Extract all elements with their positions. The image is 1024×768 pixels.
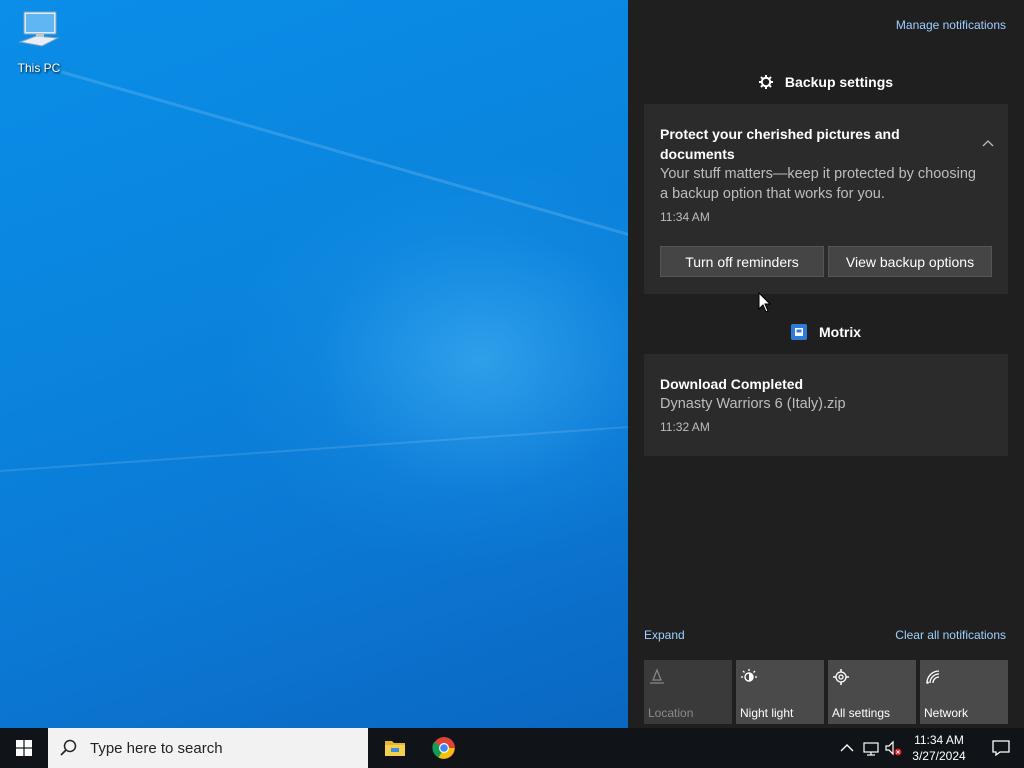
taskbar: 11:34 AM 3/27/2024 [0, 728, 1024, 768]
expand-link[interactable]: Expand [644, 628, 685, 642]
search-input[interactable] [90, 739, 340, 757]
group-app-name: Backup settings [784, 74, 894, 90]
quick-action-night-light[interactable]: Night light [736, 660, 824, 724]
network-icon [926, 670, 940, 684]
search-icon [60, 739, 77, 756]
quick-action-label: All settings [832, 706, 891, 720]
notification-group-header-backup[interactable]: Backup settings [628, 74, 1024, 90]
action-center-button[interactable] [978, 728, 1024, 768]
quick-action-network[interactable]: Network [920, 660, 1008, 724]
manage-notifications-link[interactable]: Manage notifications [896, 18, 1006, 32]
file-explorer-icon [385, 741, 405, 756]
group-app-name: Motrix [819, 324, 861, 340]
action-center-panel: Manage notifications Backup settings Pro… [628, 0, 1024, 728]
quick-action-location[interactable]: Location [644, 660, 732, 724]
chevron-up-icon[interactable] [982, 138, 994, 150]
taskbar-clock[interactable]: 11:34 AM 3/27/2024 [907, 732, 971, 764]
night-light-icon [741, 669, 757, 682]
clock-time: 11:34 AM [914, 733, 964, 747]
mouse-cursor [758, 292, 772, 313]
notification-time: 11:34 AM [660, 210, 710, 224]
turn-off-reminders-button[interactable]: Turn off reminders [660, 246, 824, 277]
desktop-icon-label: This PC [17, 61, 61, 75]
notification-body: Your stuff matters—keep it protected by … [660, 166, 976, 202]
notification-icon [992, 740, 1010, 757]
taskbar-search-box[interactable] [48, 728, 368, 768]
quick-action-label: Network [924, 706, 969, 720]
notification-title: Download Completed [660, 376, 804, 392]
notification-card-motrix[interactable]: Download Completed Dynasty Warriors 6 (I… [644, 354, 1008, 456]
quick-action-all-settings[interactable]: All settings [828, 660, 916, 724]
chevron-up-icon[interactable] [838, 738, 856, 758]
clock-date: 3/27/2024 [912, 749, 966, 763]
taskbar-app-file-explorer[interactable] [371, 728, 419, 768]
notification-group-header-motrix[interactable]: Motrix [628, 324, 1024, 340]
gear-icon [758, 75, 773, 89]
motrix-app-icon [791, 324, 807, 340]
quick-action-label: Night light [740, 706, 794, 720]
windows-logo-icon [16, 740, 32, 756]
notification-card-backup[interactable]: Protect your cherished pictures and docu… [644, 104, 1008, 294]
view-backup-options-button[interactable]: View backup options [828, 246, 992, 277]
chrome-icon [432, 737, 455, 759]
notification-body: Dynasty Warriors 6 (Italy).zip [660, 396, 846, 412]
clear-all-notifications-link[interactable]: Clear all notifications [895, 628, 1006, 642]
computer-icon [18, 11, 60, 47]
gear-icon [833, 669, 849, 685]
notification-title: Protect your cherished pictures and docu… [660, 126, 900, 162]
quick-action-label: Location [648, 706, 694, 720]
notification-time: 11:32 AM [660, 420, 710, 434]
volume-muted-icon[interactable] [884, 738, 902, 758]
location-icon [650, 668, 664, 684]
start-button[interactable] [0, 728, 48, 768]
desktop-icon-this-pc[interactable]: This PC [12, 8, 66, 75]
network-tray-icon[interactable] [862, 738, 880, 758]
taskbar-app-chrome[interactable] [420, 728, 468, 768]
